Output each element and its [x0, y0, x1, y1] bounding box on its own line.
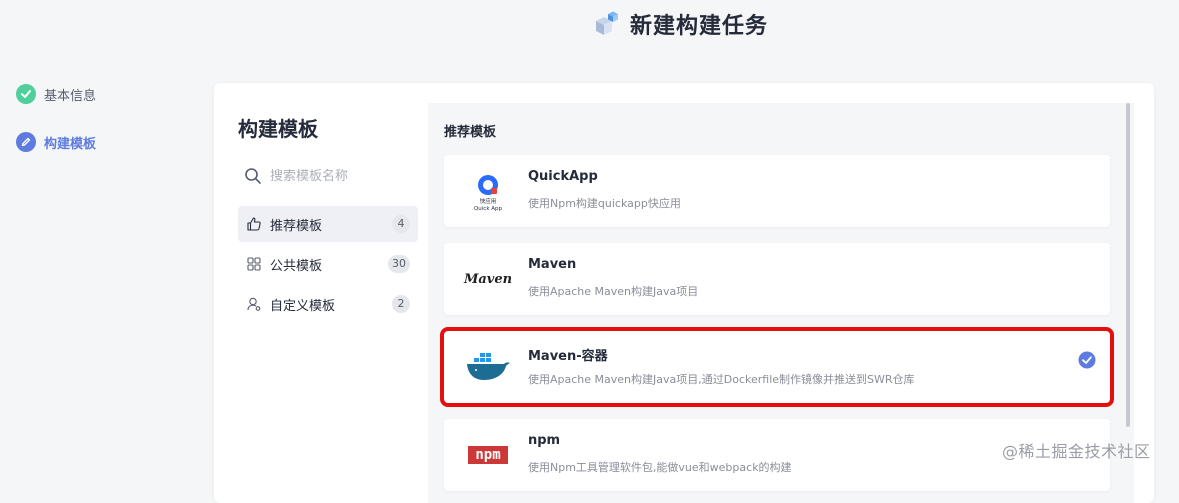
grid-icon	[247, 257, 261, 271]
cube-icon	[596, 11, 618, 35]
template-desc: 使用Apache Maven构建Java项目,通过Dockerfile制作镜像并…	[528, 373, 915, 386]
template-name: Maven-容器	[528, 349, 608, 364]
pencil-icon	[16, 132, 36, 152]
step-basic-info[interactable]: 基本信息	[16, 82, 96, 106]
npm-logo-text: npm	[468, 446, 508, 464]
maven-logo: Maven	[460, 257, 516, 301]
check-circle-icon	[16, 84, 36, 104]
thumbs-up-icon	[247, 217, 261, 231]
docker-logo	[460, 345, 516, 389]
template-maven-container[interactable]: Maven-容器 使用Apache Maven构建Java项目,通过Docker…	[440, 327, 1114, 407]
quickapp-logo-text: 快应用	[480, 197, 497, 205]
template-desc: 使用Npm构建quickapp快应用	[528, 197, 681, 210]
template-name: Maven	[528, 257, 577, 272]
search-icon	[245, 168, 261, 184]
sidebar-item-label: 推荐模板	[270, 218, 323, 234]
count-badge: 4	[392, 215, 410, 233]
template-desc: 使用Apache Maven构建Java项目	[528, 285, 699, 298]
sidebar-item-recommended[interactable]: 推荐模板 4	[238, 206, 418, 242]
template-sidebar: 构建模板 推荐模板 4 公共模板 30	[238, 113, 418, 326]
template-maven[interactable]: Maven Maven 使用Apache Maven构建Java项目	[444, 243, 1110, 315]
template-name: QuickApp	[528, 169, 598, 184]
section-label: 推荐模板	[444, 125, 497, 140]
sidebar-title: 构建模板	[238, 117, 318, 141]
step-build-template[interactable]: 构建模板	[16, 130, 96, 154]
sidebar-item-label: 自定义模板	[270, 298, 336, 314]
search-box	[238, 164, 418, 188]
sidebar-item-public[interactable]: 公共模板 30	[238, 246, 418, 282]
count-badge: 30	[388, 255, 410, 273]
count-badge: 2	[392, 295, 410, 313]
maven-logo-text: Maven	[463, 271, 513, 287]
search-input[interactable]	[270, 168, 400, 184]
quickapp-logo: 快应用 Quick App	[460, 169, 516, 213]
template-desc: 使用Npm工具管理软件包,能做vue和webpack的构建	[528, 461, 792, 474]
header: 新建构建任务	[0, 0, 1179, 50]
step-label: 基本信息	[44, 88, 97, 104]
quickapp-logo-subtext: Quick App	[474, 206, 503, 212]
sidebar-item-custom[interactable]: 自定义模板 2	[238, 286, 418, 322]
step-label: 构建模板	[44, 136, 97, 152]
page-title: 新建构建任务	[630, 14, 769, 39]
sidebar-item-label: 公共模板	[270, 258, 323, 274]
template-quickapp[interactable]: 快应用 Quick App QuickApp 使用Npm构建quickapp快应…	[444, 155, 1110, 227]
title-wrap: 新建构建任务	[592, 8, 768, 40]
watermark: @稀土掘金技术社区	[1002, 442, 1151, 461]
template-name: npm	[528, 433, 561, 448]
user-icon	[247, 297, 261, 311]
npm-logo: npm	[460, 433, 516, 477]
scrollbar[interactable]	[1126, 103, 1130, 427]
check-circle-icon	[1078, 351, 1096, 369]
steps-nav: 基本信息 构建模板	[16, 82, 96, 178]
